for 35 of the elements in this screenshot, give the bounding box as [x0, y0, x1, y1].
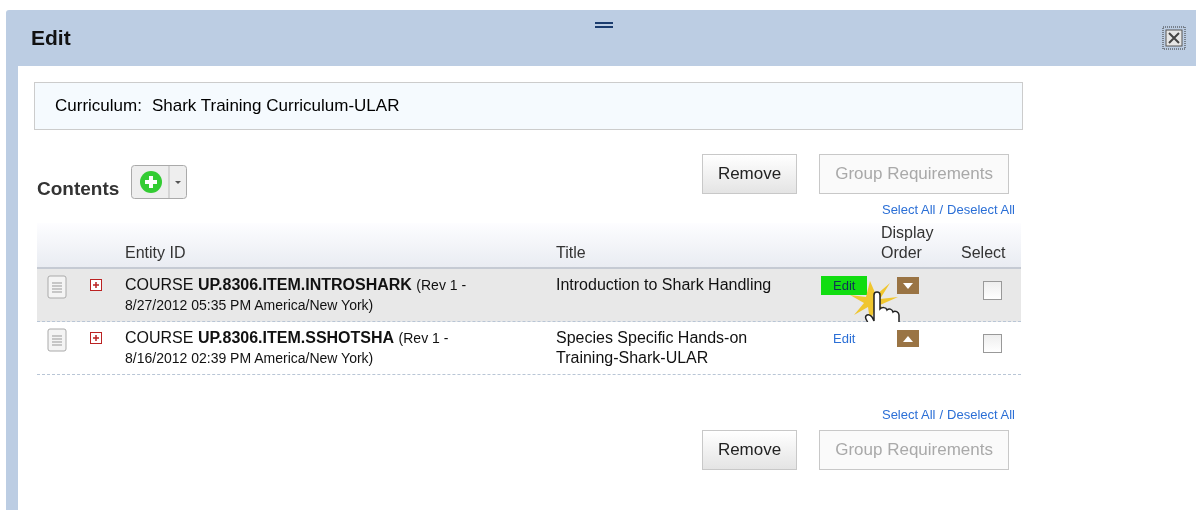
title-cell-text: Introduction to Shark Handling	[556, 275, 773, 295]
link-separator: /	[939, 202, 944, 217]
column-header: Title	[556, 243, 587, 263]
table-row[interactable]: COURSE UP.8306.ITEM.INTROSHARK (Rev 1 - 8/27/2012 05:35 PM America/New York) Introduction to Shark Handling Edit	[37, 269, 1021, 322]
entity-id-cell-text: COURSE UP.8306.ITEM.SSHOTSHA (Rev 1 - 8/16/2012 02:39 PM America/New York)	[125, 328, 450, 368]
select-checkbox[interactable]	[983, 281, 1002, 300]
remove-button[interactable]: Remove	[701, 154, 798, 194]
table-row[interactable]: COURSE UP.8306.ITEM.SSHOTSHA (Rev 1 - 8/16/2012 02:39 PM America/New York) Species Specific Hands-on Training-Shark-ULAR Edit	[37, 322, 1021, 375]
drag-handle-icon[interactable]	[595, 22, 613, 29]
move-up-button[interactable]	[897, 330, 919, 347]
edit-link[interactable]: Edit	[821, 329, 868, 348]
column-header: Select	[961, 243, 1007, 263]
edit-link[interactable]: Edit	[821, 276, 868, 295]
close-icon[interactable]	[1162, 26, 1186, 50]
curriculum-label: Curriculum:	[55, 96, 142, 116]
dialog-title: Edit	[31, 26, 72, 50]
document-icon	[47, 328, 67, 352]
select-all-link[interactable]: Select All	[881, 202, 936, 217]
document-icon	[47, 275, 67, 299]
expand-icon[interactable]	[90, 332, 102, 344]
move-down-button[interactable]	[897, 277, 919, 294]
deselect-all-link[interactable]: Deselect All	[947, 407, 1015, 422]
select-checkbox[interactable]	[983, 334, 1002, 353]
link-separator: /	[939, 407, 944, 422]
contents-heading: Contents	[37, 178, 120, 200]
expand-icon[interactable]	[90, 279, 102, 291]
entity-id-cell-text: COURSE UP.8306.ITEM.INTROSHARK (Rev 1 - 8/27/2012 05:35 PM America/New York)	[125, 275, 468, 315]
add-menu-icon[interactable]	[131, 165, 188, 199]
deselect-all-link[interactable]: Deselect All	[947, 202, 1015, 217]
select-all-link[interactable]: Select All	[881, 407, 936, 422]
column-header: Display Order	[881, 223, 935, 263]
column-header: Entity ID	[125, 243, 187, 263]
title-cell-text: Species Specific Hands-on Training-Shark-ULAR	[556, 328, 749, 368]
remove-button[interactable]: Remove	[701, 430, 798, 470]
curriculum-name: Shark Training Curriculum-ULAR	[151, 96, 400, 116]
